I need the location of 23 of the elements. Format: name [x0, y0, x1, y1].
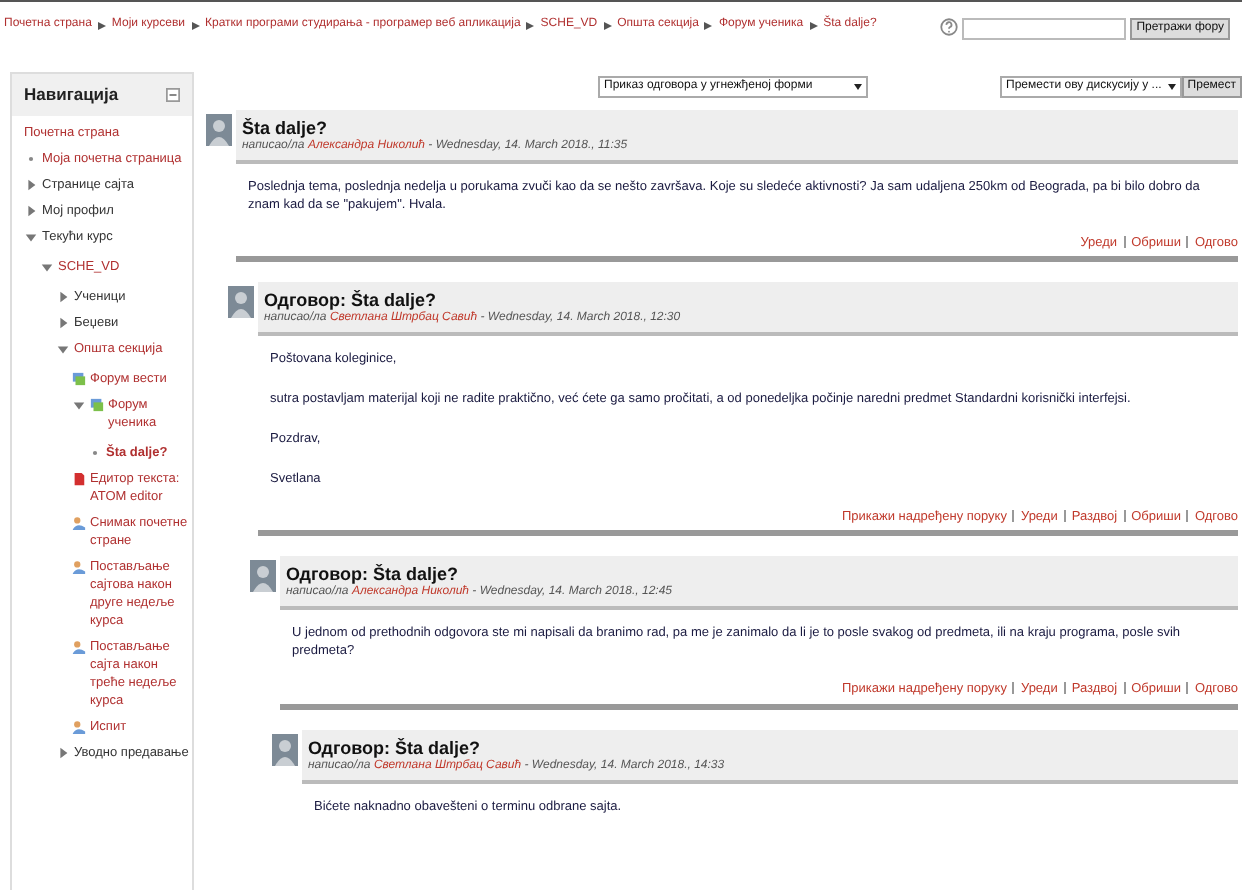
caret-icon [854, 84, 862, 90]
help-icon[interactable] [940, 18, 959, 36]
separator-arrow-icon [809, 22, 818, 30]
avatar-placeholder [250, 560, 276, 593]
avatar-placeholder [206, 114, 232, 146]
separator-arrow-icon [603, 22, 612, 30]
caret-icon [1167, 84, 1176, 90]
collapse-icon[interactable] [166, 88, 180, 103]
bullet-icon [24, 152, 38, 167]
avatar-placeholder [272, 733, 298, 766]
post-title: Одговор: Šta dalje? [308, 735, 483, 759]
avatar-placeholder [228, 286, 254, 319]
post-title: Одговор: Šta dalje? [264, 288, 439, 311]
separator-arrow-icon [704, 22, 713, 30]
bullet-icon [88, 446, 102, 461]
post-title: Šta dalje? [242, 116, 330, 139]
post-title: Одговор: Šta dalje? [286, 562, 461, 585]
document-icon [72, 472, 86, 487]
separator-arrow-icon [97, 22, 106, 30]
separator-arrow-icon [526, 22, 535, 30]
search-field[interactable] [962, 18, 1127, 40]
block-title: Навигација [24, 84, 119, 107]
separator-arrow-icon [191, 22, 200, 30]
